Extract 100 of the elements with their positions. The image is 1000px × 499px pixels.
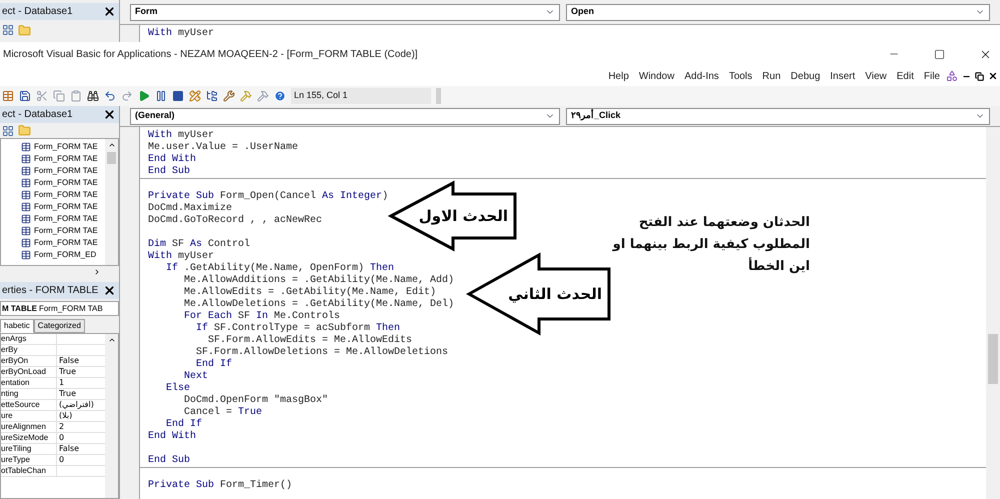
menu-item[interactable]: Window <box>638 68 674 84</box>
property-value[interactable]: 2 <box>57 422 64 432</box>
pause-icon[interactable] <box>155 90 167 102</box>
tree-item[interactable]: Form_FORM TAE <box>34 225 98 237</box>
close-icon[interactable] <box>103 108 116 121</box>
code-line: Else <box>165 383 190 394</box>
property-name: entation <box>1 378 57 388</box>
undo-icon[interactable] <box>104 90 116 102</box>
chevron-up-icon[interactable] <box>108 336 116 344</box>
close-icon[interactable] <box>103 5 116 18</box>
form-icon <box>21 226 31 236</box>
property-name: ureSizeMode <box>1 433 57 443</box>
maximize-icon[interactable] <box>934 48 945 60</box>
vertical-scrollbar[interactable] <box>105 139 118 265</box>
property-value[interactable]: (افتراضي) <box>57 400 94 410</box>
code-line: End Sub <box>148 166 190 178</box>
help-icon[interactable] <box>274 90 286 102</box>
chevron-right-icon[interactable] <box>93 268 101 276</box>
paste-icon[interactable] <box>70 90 82 102</box>
vertical-scrollbar[interactable] <box>986 127 1000 499</box>
restore-icon[interactable] <box>975 72 984 80</box>
property-value[interactable]: False <box>57 444 80 454</box>
code-line: Dim SF As Control <box>148 239 250 250</box>
tree-item[interactable]: Form_FORM TAE <box>34 153 98 165</box>
stop-icon[interactable] <box>172 90 184 102</box>
tree-item[interactable]: Form_FORM TAE <box>34 165 98 177</box>
property-value[interactable]: 0 <box>57 433 64 443</box>
property-value[interactable]: False <box>57 356 80 366</box>
tree-item[interactable]: Form_FORM TAE <box>34 141 98 153</box>
code-line: DoCmd.Maximize <box>148 203 232 214</box>
menu-item[interactable]: Run <box>762 68 781 84</box>
code-line: DoCmd.OpenForm "masgBox" <box>183 395 328 406</box>
tree-item[interactable]: Form_FORM TAE <box>34 189 98 201</box>
property-name: erByOnLoad <box>1 367 57 377</box>
chevron-up-icon[interactable] <box>108 141 116 149</box>
menu-item[interactable]: Add-Ins <box>684 68 719 84</box>
save-icon[interactable] <box>19 90 31 102</box>
table-icon[interactable] <box>2 90 14 102</box>
property-name: ureAlignmen <box>1 422 57 432</box>
menu-item[interactable]: Insert <box>830 68 856 84</box>
object-dropdown[interactable]: M TABLE Form_FORM TAB <box>0 301 119 316</box>
procedure-dropdown[interactable]: Open <box>566 4 990 20</box>
redo-icon[interactable] <box>121 90 133 102</box>
panel-title: ect - Database1 <box>2 108 73 122</box>
property-value[interactable]: (بلا) <box>57 411 72 421</box>
code-line: Me.AllowEdits = .GetAbility(Me.Name, Edit) <box>183 287 436 298</box>
code-line: Me.user.Value = .UserName <box>148 142 298 154</box>
property-name: ure <box>1 411 57 421</box>
tree-item[interactable]: Form_FORM TAE <box>34 237 98 249</box>
vertical-scrollbar[interactable] <box>105 334 118 498</box>
code-line: With myUser <box>148 130 214 142</box>
scrollbar-thumb[interactable] <box>107 152 116 164</box>
property-name: ureTiling <box>1 444 57 454</box>
code-line: For Each SF In Me.Controls <box>183 311 340 322</box>
menu-item[interactable]: File <box>924 68 940 84</box>
form-icon <box>21 250 31 260</box>
object-dropdown[interactable]: Form <box>130 4 560 20</box>
toolbar-grip <box>436 88 441 104</box>
copy-icon[interactable] <box>53 90 65 102</box>
properties-tab[interactable]: Categorized <box>34 319 85 333</box>
tree-item[interactable]: Form_FORM TAE <box>34 213 98 225</box>
arrow-label: الحدث الثاني <box>508 284 602 305</box>
object-dropdown[interactable]: (General) <box>130 108 560 124</box>
project-explorer-icon[interactable] <box>206 90 218 102</box>
menu-item[interactable]: View <box>865 68 887 84</box>
code-line: Me.AllowDeletions = .GetAbility(Me.Name, Del) <box>183 299 454 310</box>
menu-item[interactable]: Help <box>608 68 629 84</box>
properties-tab[interactable]: habetic <box>0 319 34 333</box>
property-value[interactable]: 0 <box>57 455 64 465</box>
scrollbar-thumb[interactable] <box>988 334 998 384</box>
close-icon[interactable] <box>988 71 998 81</box>
property-value[interactable]: 1 <box>57 378 64 388</box>
tree-item[interactable]: Form_FORM TAE <box>34 177 98 189</box>
grid-icon[interactable] <box>2 24 14 36</box>
form-icon <box>21 190 31 200</box>
property-name: ureType <box>1 455 57 465</box>
hammer-icon[interactable] <box>257 90 269 102</box>
close-icon[interactable] <box>103 284 116 297</box>
grid-icon[interactable] <box>2 124 14 136</box>
tree-item[interactable]: Form_FORM_ED <box>34 249 96 261</box>
cut-icon[interactable] <box>36 90 48 102</box>
code-line: End If <box>195 359 232 371</box>
tree-item[interactable]: Form_FORM TAE <box>34 201 98 213</box>
menu-item[interactable]: Edit <box>896 68 914 84</box>
menu-item[interactable]: Debug <box>790 68 820 84</box>
procedure-dropdown[interactable]: أمر٢٩_Click <box>566 108 990 124</box>
run-icon[interactable] <box>138 90 150 102</box>
property-value[interactable]: True <box>57 367 76 377</box>
window-title: Microsoft Visual Basic for Applications - NEZAM MOAQEEN-2 - [Form_FORM TABLE (Code)] <box>3 48 418 62</box>
code-line: SF.Form.AllowDeletions = Me.AllowDeletions <box>195 347 448 358</box>
property-name: etteSource <box>1 400 57 410</box>
form-icon <box>21 154 31 164</box>
binoculars-icon[interactable] <box>87 90 99 102</box>
menu-item[interactable]: Tools <box>728 68 752 84</box>
question-note: الحدثان وضعتهما عند الفتح المطلوب كيفية الربط بينهما او اين الخطأ <box>612 214 810 276</box>
code-line: Next <box>183 371 208 382</box>
app-icon <box>946 70 958 82</box>
property-value[interactable]: True <box>57 389 76 399</box>
panel-title: erties - FORM TABLE <box>2 284 98 298</box>
code-line: End With <box>148 431 196 443</box>
